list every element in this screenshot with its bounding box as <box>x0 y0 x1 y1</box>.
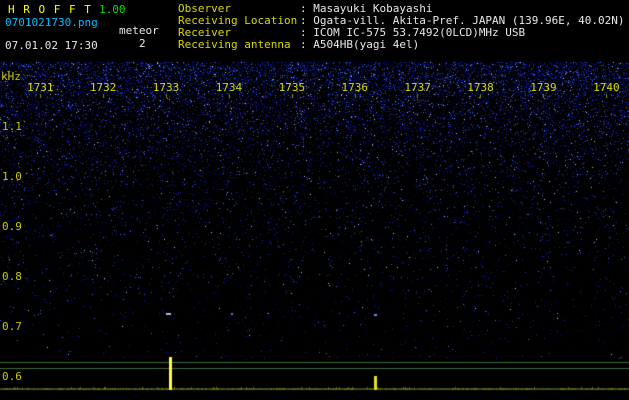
x-tick-label: 1731 <box>27 81 54 94</box>
x-tick-label: 1733 <box>152 81 180 94</box>
y-tick-label: 0.6 <box>2 370 22 383</box>
hrofft-output: H R O F F T 1.00 0701021730.png meteor 0… <box>0 0 629 400</box>
timestamp: 07.01.02 17:30 <box>5 39 98 52</box>
x-tick-label: 1738 <box>467 81 494 94</box>
station-info-row: Receiving antenna: A504HB(yagi 4el) <box>178 39 625 51</box>
y-tick-label: 0.8 <box>2 270 22 283</box>
station-info-value: A504HB(yagi 4el) <box>313 38 420 51</box>
station-info: Observer: Masayuki Kobayashi Receiving Lo… <box>178 3 625 51</box>
station-info-label: Receiving antenna <box>178 38 291 51</box>
x-tick-label: 1732 <box>89 81 117 94</box>
x-tick-label: 1739 <box>530 81 557 94</box>
station-info-colon: : <box>300 38 314 51</box>
y-tick-label: 0.9 <box>2 220 22 233</box>
output-filename: 0701021730.png <box>5 16 98 29</box>
y-tick-label: 1.0 <box>2 170 22 183</box>
x-tick-label: 1737 <box>404 81 431 94</box>
app-title: H R O F F T <box>8 3 92 16</box>
mode-label: meteor <box>119 24 159 37</box>
x-tick-label: 1736 <box>341 81 369 94</box>
echo-count: 2 <box>139 37 146 50</box>
x-tick-label: 1735 <box>278 81 306 94</box>
y-tick-label: 0.7 <box>2 320 22 333</box>
x-tick-label: 1740 <box>593 81 620 94</box>
y-tick-label: 1.1 <box>2 120 22 133</box>
app-version: 1.00 <box>99 3 126 16</box>
x-tick-label: 1734 <box>215 81 243 94</box>
spectrogram-canvas <box>0 0 629 400</box>
y-axis-unit-label: kHz <box>1 70 21 83</box>
